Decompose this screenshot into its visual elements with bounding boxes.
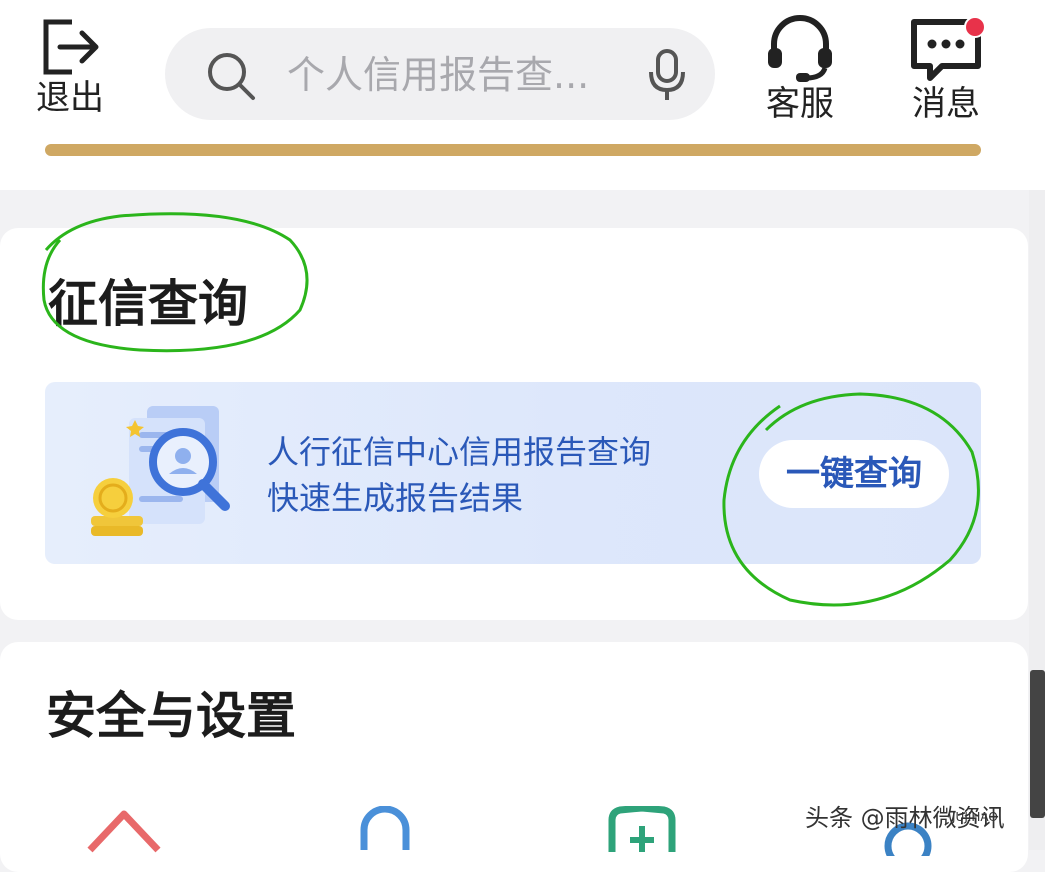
one-click-query-button[interactable]: 一键查询 (759, 440, 949, 508)
watermark: 头条 @雨林微资讯 (803, 794, 1043, 850)
service-label: 客服 (766, 84, 834, 124)
top-bar: 退出 个人信用报告查... 客服 消息 (0, 0, 1045, 190)
lock-icon[interactable] (350, 806, 420, 856)
promo-bar (45, 144, 981, 156)
credit-report-banner[interactable]: 人行征信中心信用报告查询 快速生成报告结果 一键查询 (45, 382, 981, 564)
home-icon[interactable] (84, 806, 164, 856)
logout-icon (43, 19, 99, 75)
search-icon (208, 53, 255, 100)
exit-button[interactable]: 退出 (20, 16, 120, 118)
customer-service-button[interactable]: 客服 (750, 14, 850, 124)
banner-subline: 快速生成报告结果 (267, 479, 524, 517)
search-input[interactable]: 个人信用报告查... (287, 50, 617, 100)
watermark-logo: JUJIHAO (952, 810, 998, 824)
unread-badge (964, 16, 986, 38)
banner-headline: 人行征信中心信用报告查询 (267, 433, 652, 471)
message-label: 消息 (912, 84, 980, 124)
shield-plus-icon[interactable] (606, 806, 678, 856)
section-title-credit: 征信查询 (48, 275, 248, 333)
section-title-security: 安全与设置 (46, 687, 296, 745)
credit-report-illustration-icon (91, 406, 230, 536)
microphone-icon[interactable] (647, 48, 687, 102)
exit-label: 退出 (36, 78, 104, 118)
credit-query-card: 征信查询 人行征信中心信用报告查询 快速生成报告结果 一键查询 (0, 228, 1028, 620)
headset-icon (768, 15, 832, 82)
messages-button[interactable]: 消息 (896, 14, 996, 124)
search-box[interactable]: 个人信用报告查... (165, 28, 715, 120)
